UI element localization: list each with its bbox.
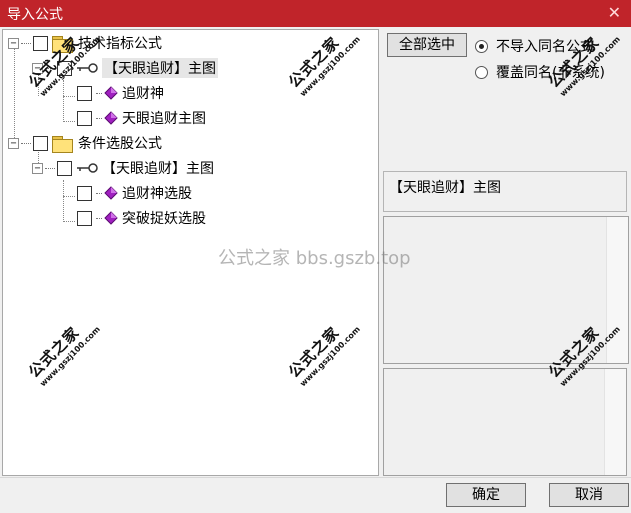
node-checkbox[interactable]	[33, 135, 48, 151]
node-label: 追财神	[122, 86, 164, 102]
tree-connector	[21, 42, 31, 44]
watermark-text: 公式之家 bbs.gszb.top	[218, 248, 411, 269]
ok-button[interactable]: 确定	[446, 483, 526, 507]
diamond-icon	[104, 111, 118, 125]
collapse-icon[interactable]: −	[32, 162, 43, 174]
tree-node-folder[interactable]: − 条件选股公式	[8, 132, 162, 154]
tree-connector	[63, 196, 75, 197]
selected-formula-name: 【天眼追财】主图	[389, 180, 501, 196]
node-label: 天眼追财主图	[122, 111, 206, 127]
diamond-icon	[104, 86, 118, 100]
tree-node-formula[interactable]: 突破捉妖选股	[77, 207, 206, 229]
tree-connector	[96, 117, 102, 119]
tree-connector	[96, 192, 102, 194]
title-bar: 导入公式 ✕	[0, 0, 631, 27]
tree-connector	[14, 46, 15, 146]
cancel-button[interactable]: 取消	[549, 483, 629, 507]
tree-connector	[21, 142, 31, 144]
tree-connector	[45, 167, 55, 169]
node-label: 突破捉妖选股	[122, 211, 206, 227]
key-icon	[77, 163, 98, 173]
node-checkbox[interactable]	[77, 210, 92, 226]
tree-connector	[63, 180, 64, 222]
tree-connector	[63, 221, 75, 222]
tree-connector	[63, 121, 75, 122]
close-icon[interactable]: ✕	[608, 3, 621, 22]
collapse-icon[interactable]: −	[8, 137, 19, 149]
diamond-icon	[104, 186, 118, 200]
window-title: 导入公式	[7, 7, 63, 23]
node-label: 条件选股公式	[78, 136, 162, 152]
tree-connector	[96, 217, 102, 219]
node-label: 【天眼追财】主图	[102, 161, 214, 177]
node-checkbox[interactable]	[57, 160, 72, 176]
select-all-button[interactable]: 全部选中	[387, 33, 467, 57]
divider	[0, 477, 631, 478]
tree-connector	[96, 92, 102, 94]
radio-button[interactable]	[475, 65, 488, 79]
collapse-icon[interactable]: −	[8, 37, 19, 49]
diamond-icon	[104, 211, 118, 225]
tree-node-formula[interactable]: 追财神选股	[77, 182, 192, 204]
selected-formula-box: 【天眼追财】主图	[383, 171, 627, 212]
node-checkbox[interactable]	[77, 110, 92, 126]
radio-button[interactable]	[475, 39, 488, 53]
node-checkbox[interactable]	[77, 185, 92, 201]
tree-node-formula[interactable]: 天眼追财主图	[77, 107, 206, 129]
node-checkbox[interactable]	[33, 35, 48, 51]
tree-node-formula[interactable]: − 【天眼追财】主图	[32, 157, 214, 179]
node-label: 追财神选股	[122, 186, 192, 202]
folder-icon	[52, 135, 73, 153]
